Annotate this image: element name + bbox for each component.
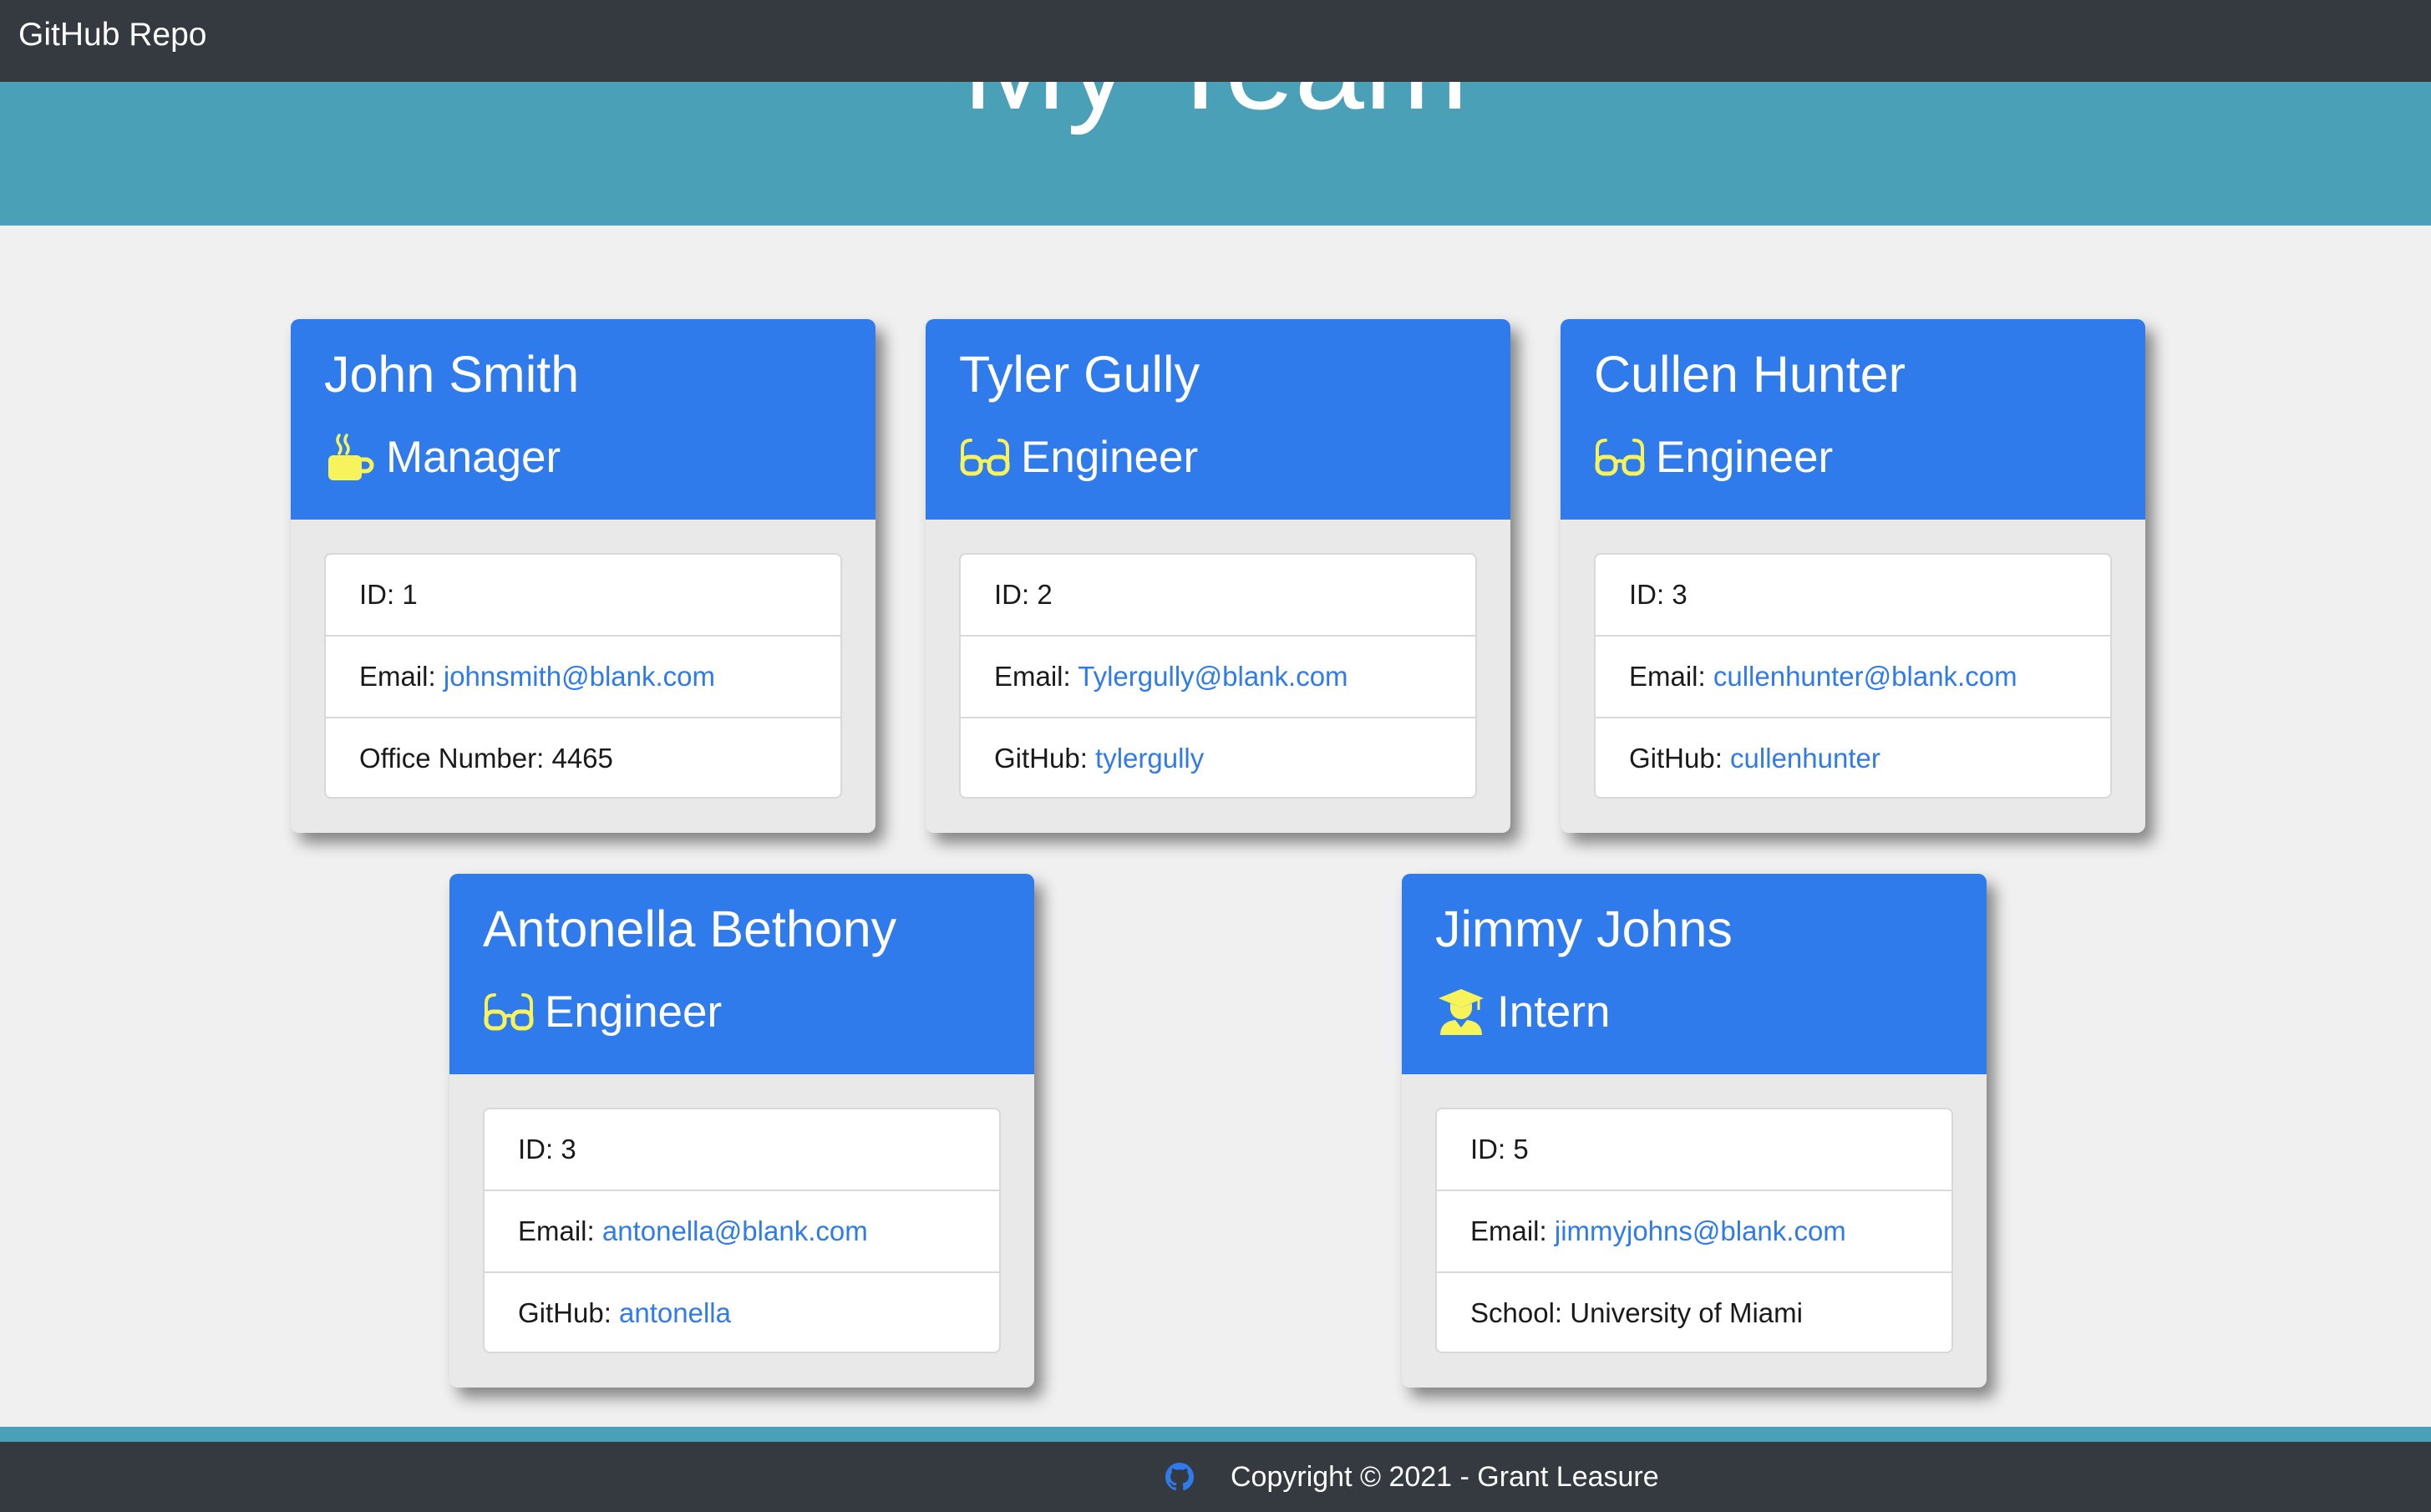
email-link[interactable]: johnsmith@blank.com	[444, 661, 715, 692]
id-item: ID: 5	[1437, 1109, 1951, 1191]
id-value: 3	[561, 1134, 576, 1164]
employee-card-tyler-gully: Tyler Gully Engineer ID: 2 Email: Tylerg…	[926, 319, 1510, 833]
card-header: John Smith Manager	[291, 319, 875, 520]
id-value: 3	[1672, 579, 1687, 610]
employee-info-list: ID: 3 Email: antonella@blank.com GitHub:…	[483, 1108, 1001, 1353]
employee-name: John Smith	[324, 346, 580, 403]
role-row: Engineer	[1594, 424, 1833, 491]
email-link[interactable]: cullenhunter@blank.com	[1713, 661, 2017, 692]
id-item: ID: 2	[961, 555, 1475, 637]
employee-role: Engineer	[545, 987, 723, 1037]
footer-accent-strip	[0, 1427, 2431, 1442]
copyright-text: Copyright © 2021 - Grant Leasure	[1231, 1460, 1659, 1493]
employee-card-jimmy-johns: Jimmy Johns Intern ID: 5 Email: jimmyjoh…	[1402, 874, 1987, 1388]
employee-info-list: ID: 2 Email: Tylergully@blank.com GitHub…	[959, 553, 1477, 799]
glasses-icon	[1594, 432, 1646, 484]
employee-role: Intern	[1497, 987, 1611, 1037]
card-header: Tyler Gully Engineer	[926, 319, 1510, 520]
school-value: University of Miami	[1570, 1297, 1803, 1328]
employee-name: Cullen Hunter	[1594, 346, 1906, 403]
hero-banner: My Team	[0, 82, 2431, 226]
graduate-icon	[1435, 987, 1487, 1038]
email-link[interactable]: Tylergully@blank.com	[1078, 661, 1347, 692]
employee-card-john-smith: John Smith Manager ID: 1 Email: johnsmit…	[291, 319, 875, 833]
employee-role: Engineer	[1656, 433, 1834, 482]
id-item: ID: 3	[485, 1109, 999, 1191]
employee-info-list: ID: 1 Email: johnsmith@blank.com Office …	[324, 553, 842, 799]
employee-name: Jimmy Johns	[1435, 901, 1733, 957]
footer: Copyright © 2021 - Grant Leasure	[0, 1442, 2431, 1512]
coffee-mug-icon	[324, 432, 376, 484]
employee-info-list: ID: 3 Email: cullenhunter@blank.com GitH…	[1594, 553, 2112, 799]
id-value: 5	[1513, 1134, 1529, 1164]
github-item: GitHub: cullenhunter	[1629, 743, 1880, 774]
github-repo-link[interactable]: GitHub Repo	[18, 0, 206, 70]
id-item: ID: 1	[326, 555, 840, 637]
card-header: Cullen Hunter Engineer	[1561, 319, 2145, 520]
github-item: GitHub: tylergully	[994, 743, 1205, 774]
email-link[interactable]: jimmyjohns@blank.com	[1555, 1215, 1846, 1246]
page-title: My Team	[0, 82, 2431, 149]
employee-role: Engineer	[1021, 433, 1199, 482]
email-item: Email: johnsmith@blank.com	[326, 637, 840, 718]
email-link[interactable]: antonella@blank.com	[602, 1215, 868, 1246]
email-item: Email: antonella@blank.com	[485, 1191, 999, 1273]
employee-name: Tyler Gully	[959, 346, 1200, 403]
school-item: School: University of Miami	[1470, 1297, 1803, 1328]
github-icon[interactable]	[1165, 1463, 1194, 1491]
footer-content: Copyright © 2021 - Grant Leasure	[1165, 1442, 1659, 1512]
card-header: Jimmy Johns Intern	[1402, 874, 1987, 1074]
office-number-value: 4465	[551, 743, 613, 774]
employee-card-antonella-bethony: Antonella Bethony Engineer ID: 3 Email: …	[449, 874, 1034, 1388]
employee-card-cullen-hunter: Cullen Hunter Engineer ID: 3 Email: cull…	[1561, 319, 2145, 833]
employee-info-list: ID: 5 Email: jimmyjohns@blank.com School…	[1435, 1108, 1953, 1353]
github-link[interactable]: tylergully	[1095, 743, 1204, 774]
glasses-icon	[959, 432, 1011, 484]
id-value: 1	[402, 579, 418, 610]
glasses-icon	[483, 987, 535, 1038]
card-header: Antonella Bethony Engineer	[449, 874, 1034, 1074]
id-value: 2	[1037, 579, 1053, 610]
navbar: GitHub Repo	[0, 0, 2431, 82]
employee-role: Manager	[386, 433, 561, 482]
employee-name: Antonella Bethony	[483, 901, 897, 957]
id-item: ID: 3	[1596, 555, 2110, 637]
github-item: GitHub: antonella	[518, 1297, 731, 1328]
github-link[interactable]: antonella	[619, 1297, 731, 1328]
github-link[interactable]: cullenhunter	[1730, 743, 1880, 774]
email-item: Email: jimmyjohns@blank.com	[1437, 1191, 1951, 1273]
role-row: Engineer	[483, 979, 722, 1046]
role-row: Intern	[1435, 979, 1611, 1046]
role-row: Engineer	[959, 424, 1198, 491]
role-row: Manager	[324, 424, 561, 491]
office-number-item: Office Number: 4465	[359, 743, 613, 774]
email-item: Email: cullenhunter@blank.com	[1596, 637, 2110, 718]
email-item: Email: Tylergully@blank.com	[961, 637, 1475, 718]
